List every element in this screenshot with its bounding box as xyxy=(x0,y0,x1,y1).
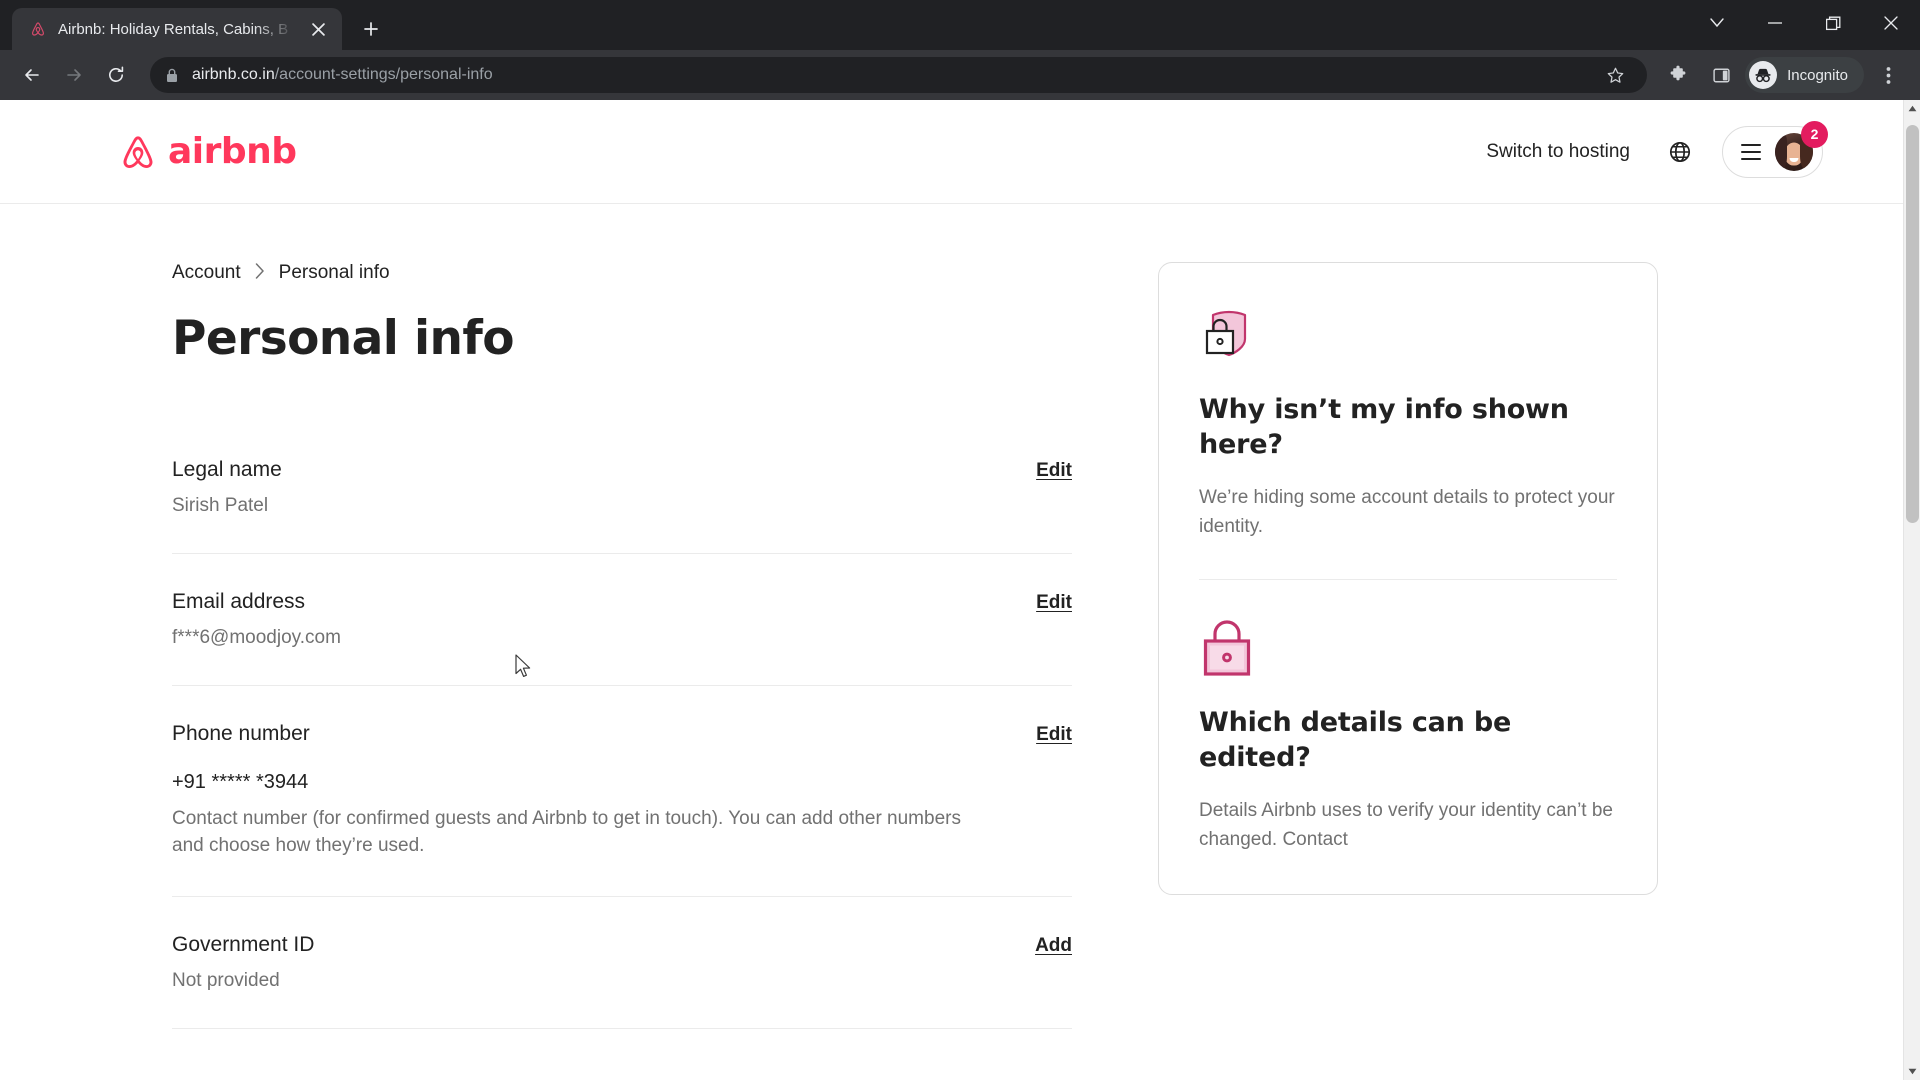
browser-menu-button[interactable] xyxy=(1870,57,1906,93)
padlock-icon xyxy=(164,66,180,84)
reload-button[interactable] xyxy=(98,57,134,93)
address-bar[interactable]: airbnb.co.in/account-settings/personal-i… xyxy=(150,57,1648,93)
browser-titlebar: Airbnb: Holiday Rentals, Cabins, B xyxy=(0,0,1920,50)
field-label: Email address xyxy=(172,590,306,613)
info-card-body: We’re hiding some account details to pro… xyxy=(1199,487,1615,537)
field-header: Government ID Add xyxy=(172,933,1072,957)
back-button[interactable] xyxy=(14,57,50,93)
header-actions: Switch to hosting 2 xyxy=(1468,120,1828,178)
logo-text: airbnb xyxy=(168,131,297,172)
url-path: /account-settings/personal-info xyxy=(274,66,493,83)
field-header: Email address Edit xyxy=(172,590,1072,614)
minimize-button[interactable] xyxy=(1746,0,1804,46)
url-text: airbnb.co.in/account-settings/personal-i… xyxy=(192,66,493,84)
field-government-id: Government ID Add Not provided xyxy=(172,897,1072,1029)
edit-legal-name-link[interactable]: Edit xyxy=(1036,460,1072,482)
field-value: f***6@moodjoy.com xyxy=(172,627,341,648)
airbnb-logo[interactable]: airbnb xyxy=(118,130,297,174)
user-menu-button[interactable]: 2 xyxy=(1722,120,1828,178)
airbnb-page: airbnb Switch to hosting 2 Account Perso… xyxy=(0,100,1903,1080)
breadcrumb: Account Personal info xyxy=(172,262,1100,284)
notification-badge: 2 xyxy=(1801,120,1828,148)
scrollbar-track[interactable] xyxy=(1904,117,1920,1063)
field-value: Not provided xyxy=(172,969,280,991)
field-value: +91 ***** *3944 xyxy=(172,771,309,793)
main-column: Account Personal info Personal info Lega… xyxy=(0,262,1100,1029)
close-window-button[interactable] xyxy=(1862,0,1920,46)
incognito-indicator[interactable]: Incognito xyxy=(1745,57,1864,93)
switch-to-hosting-button[interactable]: Switch to hosting xyxy=(1468,129,1648,175)
side-panel-icon[interactable] xyxy=(1703,57,1739,93)
field-legal-name: Legal name Edit Sirish Patel xyxy=(172,458,1072,554)
edit-email-link[interactable]: Edit xyxy=(1036,592,1072,614)
hamburger-icon xyxy=(1741,143,1761,160)
site-header: airbnb Switch to hosting 2 xyxy=(0,100,1903,204)
browser-tab[interactable]: Airbnb: Holiday Rentals, Cabins, B xyxy=(12,8,342,50)
incognito-label: Incognito xyxy=(1787,66,1848,84)
scroll-up-arrow[interactable] xyxy=(1904,100,1920,117)
personal-info-fields: Legal name Edit Sirish Patel Email addre… xyxy=(172,458,1072,1029)
tab-title: Airbnb: Holiday Rentals, Cabins, B xyxy=(58,20,289,38)
info-card-title: Which details can be edited? xyxy=(1199,707,1512,774)
globe-icon[interactable] xyxy=(1656,128,1704,176)
padlock-icon xyxy=(1199,616,1617,683)
info-section-editable-details: Which details can be edited? Details Air… xyxy=(1199,616,1617,854)
field-label: Phone number xyxy=(172,722,310,745)
incognito-icon xyxy=(1749,61,1778,89)
bookmark-star-icon[interactable] xyxy=(1597,57,1633,93)
field-label: Legal name xyxy=(172,458,282,481)
window-controls xyxy=(1688,0,1920,46)
field-help-text: Contact number (for confirmed guests and… xyxy=(172,808,961,856)
info-section-why-hidden: Why isn’t my info shown here? We’re hidi… xyxy=(1199,303,1617,541)
browser-toolbar: airbnb.co.in/account-settings/personal-i… xyxy=(0,50,1920,100)
forward-button[interactable] xyxy=(56,57,92,93)
scrollbar-thumb[interactable] xyxy=(1906,125,1919,523)
restore-button[interactable] xyxy=(1804,0,1862,46)
tab-strip: Airbnb: Holiday Rentals, Cabins, B xyxy=(0,0,388,50)
field-value: Sirish Patel xyxy=(172,495,269,516)
url-domain: airbnb.co.in xyxy=(192,66,275,83)
field-email-address: Email address Edit f***6@moodjoy.com xyxy=(172,554,1072,686)
shield-lock-icon xyxy=(1199,303,1617,370)
field-header: Phone number Edit xyxy=(172,722,1072,746)
chevron-down-button[interactable] xyxy=(1688,0,1746,46)
page-content: Account Personal info Personal info Lega… xyxy=(0,204,1903,1029)
chevron-right-icon xyxy=(255,262,265,284)
breadcrumb-item-account[interactable]: Account xyxy=(172,262,241,284)
page-scrollbar[interactable] xyxy=(1903,100,1920,1080)
info-card-divider xyxy=(1199,579,1617,581)
breadcrumb-item-personal-info: Personal info xyxy=(278,262,390,283)
close-tab-icon[interactable] xyxy=(306,17,330,41)
browser-window: Airbnb: Holiday Rentals, Cabins, B airbn… xyxy=(0,0,1920,1080)
airbnb-favicon xyxy=(28,19,48,39)
field-label: Government ID xyxy=(172,932,315,956)
edit-phone-link[interactable]: Edit xyxy=(1036,724,1072,746)
extensions-icon[interactable] xyxy=(1661,57,1697,93)
field-header: Legal name Edit xyxy=(172,458,1072,482)
airbnb-mark-icon xyxy=(123,135,153,168)
page-viewport: airbnb Switch to hosting 2 Account Perso… xyxy=(0,100,1920,1080)
side-column: Why isn’t my info shown here? We’re hidi… xyxy=(1100,262,1660,1029)
new-tab-button[interactable] xyxy=(354,12,388,46)
info-card: Why isn’t my info shown here? We’re hidi… xyxy=(1158,262,1658,896)
info-card-body: Details Airbnb uses to verify your ident… xyxy=(1199,800,1613,850)
field-phone-number: Phone number Edit +91 ***** *3944 Contac… xyxy=(172,686,1072,897)
info-card-title: Why isn’t my info shown here? xyxy=(1199,394,1569,461)
page-title: Personal info xyxy=(172,311,515,366)
add-government-id-link[interactable]: Add xyxy=(1035,935,1072,957)
scroll-down-arrow[interactable] xyxy=(1904,1063,1920,1080)
